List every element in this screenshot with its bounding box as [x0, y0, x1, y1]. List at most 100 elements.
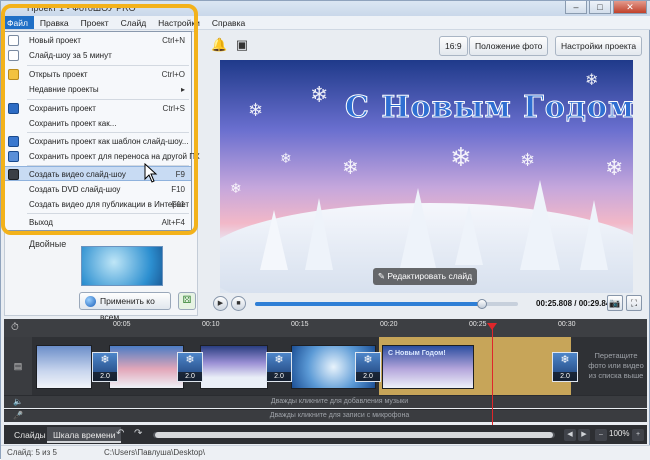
scrollbar-thumb[interactable] [155, 432, 553, 438]
scroll-left-button[interactable]: ◀ [564, 429, 576, 441]
fullscreen-button[interactable]: ⛶ [626, 295, 642, 311]
microphone-lane[interactable]: 🎤 Дважды кликните для записи с микрофона [4, 409, 647, 422]
menu-item-create-dvd[interactable]: Создать DVD слайд-шоу F10 [5, 182, 191, 197]
menu-bar: Файл Правка Проект Слайд Настройки Справ… [1, 16, 650, 30]
stop-button[interactable]: ■ [231, 296, 246, 311]
snowflake-icon: ❄ [585, 72, 599, 89]
menu-item-shortcut: Ctrl+S [162, 104, 185, 113]
menu-item-create-video[interactable]: Создать видео слайд-шоу F9 [5, 166, 191, 181]
menu-item-label: Недавние проекты [29, 85, 99, 94]
title-bar: Проект 1 - ФотоШОУ PRO – □ ✕ [1, 1, 650, 16]
maximize-button[interactable]: □ [589, 1, 611, 14]
menu-item-save-for-transfer[interactable]: Сохранить проект для переноса на другой … [5, 149, 200, 164]
menu-item-create-web-video[interactable]: Создать видео для публикации в Интернет … [5, 197, 191, 212]
random-transition-button[interactable]: ⚄ [178, 292, 196, 310]
seek-bar[interactable] [255, 299, 518, 309]
transition-thumbnail[interactable] [81, 246, 163, 286]
menu-item-open-project[interactable]: Открыть проект Ctrl+O [5, 67, 191, 82]
snow-tree [400, 188, 436, 268]
snowflake-icon: ❄ [230, 180, 242, 196]
slide-clip-1[interactable] [36, 345, 92, 389]
menu-item-label: Создать видео слайд-шоу [29, 170, 126, 179]
slide-clip-3[interactable] [200, 345, 268, 389]
seek-handle[interactable] [477, 299, 488, 309]
close-button[interactable]: ✕ [613, 1, 647, 14]
transition-duration: 2.0 [553, 372, 577, 381]
snow-tree [455, 205, 483, 265]
mic-lane-hint: Дважды кликните для записи с микрофона [269, 412, 410, 419]
transition-5[interactable]: ❄ 2.0 [552, 352, 578, 382]
transfer-icon [8, 151, 19, 162]
transition-2[interactable]: ❄ 2.0 [177, 352, 203, 382]
status-slide-count: Слайд: 5 из 5 [7, 448, 57, 457]
zoom-out-button[interactable]: – [595, 429, 607, 441]
menu-item-shortcut: Ctrl+O [161, 70, 185, 79]
menu-settings[interactable]: Настройки [152, 16, 206, 29]
slide-preview[interactable]: ❄ ❄ ❄ ❄ ❄ ❄ ❄ ❄ ❄ С Новым Годом! ✎ Редак… [220, 60, 633, 293]
edit-slide-button[interactable]: ✎ Редактировать слайд [373, 268, 477, 285]
music-lane[interactable]: 🔈 Дважды кликните для добавления музыки [4, 395, 647, 408]
transition-3[interactable]: ❄ 2.0 [266, 352, 292, 382]
menu-item-shortcut: F9 [175, 170, 185, 179]
snowflake-icon: ❄ [310, 82, 329, 107]
transition-4[interactable]: ❄ 2.0 [355, 352, 381, 382]
menu-item-exit[interactable]: Выход Alt+F4 [5, 215, 191, 230]
status-bar: Слайд: 5 из 5 C:\Users\Павлуша\Desktop\ [1, 445, 650, 460]
menu-project[interactable]: Проект [75, 16, 115, 29]
image-settings-icon[interactable]: ▣ [234, 37, 250, 53]
transition-duration: 2.0 [93, 372, 117, 381]
apply-to-all-button[interactable]: Применить ко всем [79, 292, 171, 322]
photo-position-button[interactable]: Положение фото [469, 36, 549, 56]
time-separator: / [572, 299, 579, 308]
menu-item-new-project[interactable]: Новый проект Ctrl+N [5, 33, 191, 48]
tab-timeline[interactable]: Шкала времени [47, 427, 122, 443]
tab-slides[interactable]: Слайды [8, 427, 52, 443]
mouse-cursor-icon [144, 163, 158, 183]
project-settings-button[interactable]: Настройки проекта [555, 36, 643, 56]
play-button[interactable]: ▶ [213, 296, 228, 311]
menu-item-save-as-template[interactable]: Сохранить проект как шаблон слайд-шоу... [5, 134, 191, 149]
snow-tree [580, 200, 608, 270]
redo-icon[interactable]: ↷ [134, 428, 142, 439]
menu-slide[interactable]: Слайд [115, 16, 153, 29]
menu-separator [27, 65, 189, 66]
ruler-tick: 00:20 [380, 321, 398, 328]
menu-help[interactable]: Справка [206, 16, 251, 29]
scroll-right-button[interactable]: ▶ [578, 429, 590, 441]
snow-tree [305, 198, 333, 270]
timeline-scrollbar[interactable] [153, 432, 555, 438]
zoom-in-button[interactable]: + [632, 429, 644, 441]
menu-item-save-as[interactable]: Сохранить проект как... [5, 116, 191, 131]
slide-clip-5[interactable]: С Новым Годом! [382, 345, 474, 389]
snapshot-button[interactable]: 📷 [607, 295, 623, 311]
minimize-button[interactable]: – [565, 1, 587, 14]
menu-file[interactable]: Файл [1, 16, 34, 29]
playhead[interactable] [492, 323, 493, 429]
slide-clip-2[interactable] [109, 345, 184, 389]
transition-1[interactable]: ❄ 2.0 [92, 352, 118, 382]
menu-edit[interactable]: Правка [34, 16, 75, 29]
snowflake-icon: ❄ [248, 100, 264, 120]
menu-item-save-project[interactable]: Сохранить проект Ctrl+S [5, 101, 191, 116]
category-label[interactable]: Двойные [29, 239, 66, 249]
undo-icon[interactable]: ↶ [116, 428, 124, 439]
menu-item-label: Создать видео для публикации в Интернет [29, 200, 190, 209]
aspect-ratio-button[interactable]: 16:9 [439, 36, 468, 56]
menu-item-label: Новый проект [29, 36, 81, 45]
preview-toolbar: 🔔 ▣ 16:9 Положение фото Настройки проект… [197, 33, 647, 57]
transition-icon: ❄ [185, 354, 195, 366]
snowflake-icon: ❄ [520, 150, 536, 170]
bell-icon[interactable]: 🔔 [211, 37, 227, 53]
timeline-ruler[interactable]: ⏱ 00:05 00:10 00:15 00:20 00:25 00:30 [4, 319, 647, 337]
menu-item-label: Сохранить проект для переноса на другой … [29, 152, 200, 161]
menu-item-label: Слайд-шоу за 5 минут [29, 51, 112, 60]
menu-item-slideshow-5min[interactable]: Слайд-шоу за 5 минут [5, 48, 191, 63]
menu-item-label: Создать DVD слайд-шоу [29, 185, 121, 194]
menu-item-recent-projects[interactable]: Недавние проекты ▸ [5, 82, 191, 97]
ruler-tick: 00:10 [202, 321, 220, 328]
window-controls: – □ ✕ [565, 1, 647, 14]
video-track-icon: ▤ [4, 337, 32, 395]
menu-item-shortcut: Alt+F4 [161, 218, 185, 227]
ruler-tick: 00:05 [113, 321, 131, 328]
globe-icon [85, 296, 96, 307]
